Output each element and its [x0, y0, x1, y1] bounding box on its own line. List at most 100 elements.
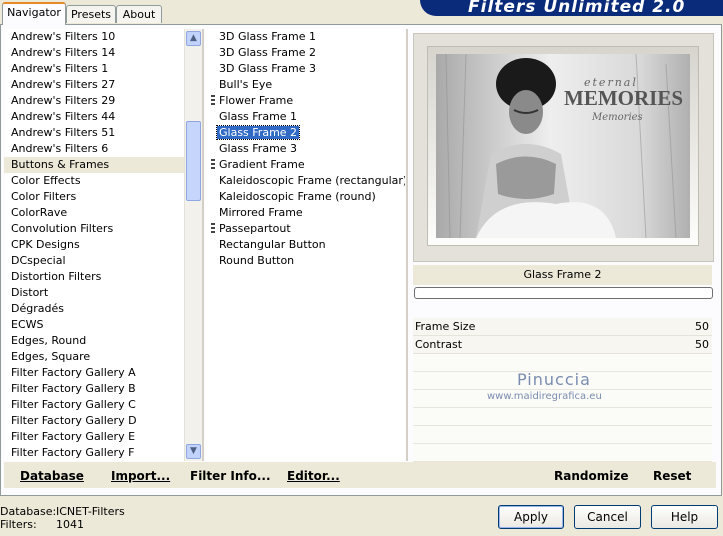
filters-count-label: Filters: — [0, 518, 37, 531]
category-scrollbar[interactable]: ▲ ▼ — [184, 29, 202, 461]
grip-icon — [211, 223, 215, 235]
filter-item[interactable]: Round Button — [205, 253, 405, 269]
category-item[interactable]: Andrew's Filters 10 — [4, 29, 184, 45]
selected-filter-name: Glass Frame 2 — [413, 265, 712, 285]
filter-item-label: 3D Glass Frame 2 — [219, 46, 317, 59]
param-value: 50 — [695, 320, 709, 333]
tab-about[interactable]: About — [116, 5, 162, 23]
filter-item[interactable]: Kaleidoscopic Frame (rectangular) — [205, 173, 405, 189]
preview-text-memories-script: Memories — [592, 112, 643, 123]
filter-item-label: Kaleidoscopic Frame (rectangular) — [219, 174, 405, 187]
param-value: 50 — [695, 338, 709, 351]
divider — [202, 29, 204, 461]
category-item[interactable]: Distort — [4, 285, 184, 301]
scroll-up-button[interactable]: ▲ — [186, 31, 201, 46]
tab-presets[interactable]: Presets — [66, 5, 116, 23]
filter-item-label: Mirrored Frame — [219, 206, 303, 219]
tab-navigator[interactable]: Navigator — [2, 2, 66, 25]
category-item[interactable]: Dégradés — [4, 301, 184, 317]
filter-item-label: Kaleidoscopic Frame (round) — [219, 190, 376, 203]
grip-icon — [211, 159, 215, 171]
category-item[interactable]: Andrew's Filters 14 — [4, 45, 184, 61]
filter-item[interactable]: Flower Frame — [205, 93, 405, 109]
title-banner: Filters Unlimited 2.0 — [420, 0, 723, 16]
filter-item[interactable]: Glass Frame 1 — [205, 109, 405, 125]
filter-item[interactable]: Glass Frame 3 — [205, 141, 405, 157]
category-list[interactable]: Andrew's Filters 10 Andrew's Filters 14 An… — [4, 29, 184, 461]
scroll-down-button[interactable]: ▼ — [186, 444, 201, 459]
filter-item-label: Flower Frame — [219, 94, 294, 107]
progress-bar — [414, 287, 713, 299]
filter-item-label: Glass Frame 1 — [219, 110, 298, 123]
import-button[interactable]: Import... — [111, 468, 170, 484]
filters-count-value: 1041 — [56, 518, 84, 531]
filter-item-label: Glass Frame 2 — [215, 125, 301, 140]
watermark-name: Pinuccia — [517, 370, 591, 389]
param-slot-empty — [413, 408, 712, 426]
param-slot-empty — [413, 426, 712, 444]
watermark-url: www.maidiregrafica.eu — [487, 391, 602, 402]
reset-button[interactable]: Reset — [653, 468, 691, 484]
category-item[interactable]: Filter Factory Gallery F — [4, 445, 184, 461]
filter-item[interactable]: 3D Glass Frame 1 — [205, 29, 405, 45]
param-frame-size[interactable]: Frame Size 50 — [413, 318, 712, 336]
param-slot-empty — [413, 444, 712, 462]
help-button[interactable]: Help — [651, 505, 718, 529]
scroll-thumb[interactable] — [186, 121, 201, 201]
filter-item[interactable]: Rectangular Button — [205, 237, 405, 253]
database-label: Database: — [0, 505, 57, 518]
category-item[interactable]: Convolution Filters — [4, 221, 184, 237]
category-item[interactable]: Filter Factory Gallery A — [4, 365, 184, 381]
database-value: ICNET-Filters — [56, 505, 125, 518]
filter-item-label: Rectangular Button — [219, 238, 326, 251]
category-item[interactable]: Distortion Filters — [4, 269, 184, 285]
param-label: Contrast — [415, 338, 463, 351]
filter-item-label: Bull's Eye — [219, 78, 273, 91]
grip-icon — [211, 95, 215, 107]
editor-button[interactable]: Editor... — [287, 468, 340, 484]
filter-item[interactable]: Kaleidoscopic Frame (round) — [205, 189, 405, 205]
category-item[interactable]: Andrew's Filters 27 — [4, 77, 184, 93]
category-item[interactable]: Color Effects — [4, 173, 184, 189]
filter-item-label: Glass Frame 3 — [219, 142, 298, 155]
apply-button[interactable]: Apply — [498, 505, 564, 529]
filter-item-label: Passepartout — [219, 222, 291, 235]
filter-item-label: 3D Glass Frame 3 — [219, 62, 317, 75]
category-item[interactable]: Andrew's Filters 44 — [4, 109, 184, 125]
category-item[interactable]: Andrew's Filters 29 — [4, 93, 184, 109]
category-item[interactable]: Filter Factory Gallery E — [4, 429, 184, 445]
filter-item[interactable]: 3D Glass Frame 3 — [205, 61, 405, 77]
category-item[interactable]: Andrew's Filters 51 — [4, 125, 184, 141]
filter-item[interactable]: Passepartout — [205, 221, 405, 237]
database-button[interactable]: Database — [20, 468, 84, 484]
category-item[interactable]: Filter Factory Gallery D — [4, 413, 184, 429]
filter-info-button[interactable]: Filter Info... — [190, 468, 271, 484]
category-item[interactable]: Filter Factory Gallery C — [4, 397, 184, 413]
filter-item[interactable]: Glass Frame 2 — [205, 125, 405, 141]
filter-item[interactable]: Mirrored Frame — [205, 205, 405, 221]
divider — [406, 29, 408, 461]
param-contrast[interactable]: Contrast 50 — [413, 336, 712, 354]
category-item[interactable]: Buttons & Frames — [4, 157, 184, 173]
category-item[interactable]: Color Filters — [4, 189, 184, 205]
filter-item[interactable]: Bull's Eye — [205, 77, 405, 93]
randomize-button[interactable]: Randomize — [554, 468, 628, 484]
preview-image: eternal MEMORIES Memories — [436, 54, 690, 238]
category-item[interactable]: Edges, Square — [4, 349, 184, 365]
glass-frame: eternal MEMORIES Memories — [427, 46, 699, 246]
category-item[interactable]: Edges, Round — [4, 333, 184, 349]
filter-list[interactable]: 3D Glass Frame 1 3D Glass Frame 2 3D Glass… — [205, 29, 405, 461]
category-item[interactable]: Andrew's Filters 6 — [4, 141, 184, 157]
cancel-button[interactable]: Cancel — [574, 505, 641, 529]
preview-area: eternal MEMORIES Memories — [413, 33, 714, 262]
filter-item[interactable]: 3D Glass Frame 2 — [205, 45, 405, 61]
banner-title: Filters Unlimited 2.0 — [468, 0, 686, 16]
filter-item-label: Gradient Frame — [219, 158, 305, 171]
category-item[interactable]: ECWS — [4, 317, 184, 333]
category-item[interactable]: DCspecial — [4, 253, 184, 269]
category-item[interactable]: ColorRave — [4, 205, 184, 221]
category-item[interactable]: CPK Designs — [4, 237, 184, 253]
category-item[interactable]: Andrew's Filters 1 — [4, 61, 184, 77]
category-item[interactable]: Filter Factory Gallery B — [4, 381, 184, 397]
filter-item[interactable]: Gradient Frame — [205, 157, 405, 173]
